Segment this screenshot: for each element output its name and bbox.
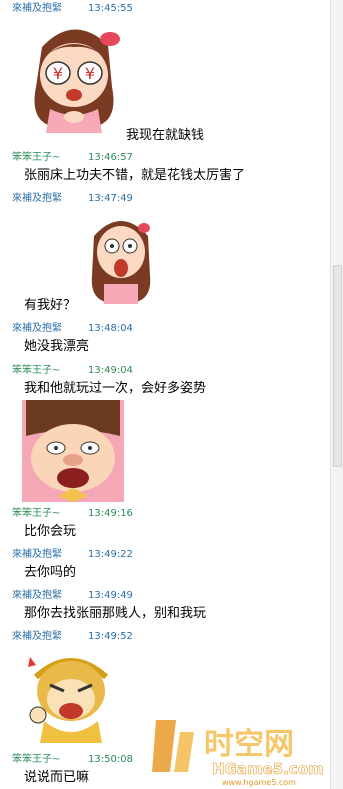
message-text: 我和他就玩过一次，会好多姿势 [24,381,207,396]
sender-name: 來補及抱緊 [12,323,62,334]
watermark-url: HGame5.com [212,760,324,778]
message-header: 笨笨王子~ 13:49:04 [12,364,133,377]
sender-name: 來補及抱緊 [12,3,62,14]
watermark-sub-url: www.hgame5.com [222,778,296,787]
message-time: 13:49:49 [88,590,133,601]
crying-boy-sticker[interactable] [22,400,124,502]
message-time: 13:47:49 [88,193,133,204]
sender-name: 來補及抱緊 [12,631,62,642]
message-header: 來補及抱緊 13:47:49 [12,192,133,205]
message-text: 有我好？ [24,298,77,313]
message-header: 來補及抱緊 13:49:52 [12,630,133,643]
watermark-name: 时空网 [204,727,294,762]
message-text: 她没我漂亮 [24,339,90,354]
site-watermark-logo: 时空网 HGame5.com www.hgame5.com [152,720,324,787]
yen-eyes-girl-sticker[interactable]: ¥ ¥ [22,17,126,133]
message-text: 说说而已嘛 [24,770,90,785]
message-text: 我现在就缺钱 [126,128,205,143]
message-header: 來補及抱緊 13:45:55 [12,2,133,15]
svg-text:¥: ¥ [85,64,95,83]
message-header: 來補及抱緊 13:48:04 [12,322,133,335]
vertical-scrollbar[interactable] [330,0,343,789]
message-time: 13:45:55 [88,3,133,14]
sender-name: 來補及抱緊 [12,590,62,601]
message-text: 比你会玩 [24,524,77,539]
shocked-girl-sticker[interactable] [86,206,156,306]
sender-name: 笨笨王子~ [12,365,61,376]
sender-name: 笨笨王子~ [12,152,61,163]
sender-name: 笨笨王子~ [12,754,61,765]
message-header: 來補及抱緊 13:49:49 [12,589,133,602]
message-header: 笨笨王子~ 13:46:57 [12,151,133,164]
message-header: 來補及抱緊 13:49:22 [12,548,133,561]
message-header: 笨笨王子~ 13:49:16 [12,507,133,520]
message-time: 13:49:52 [88,631,133,642]
message-header: 笨笨王子~ 13:50:08 [12,753,133,766]
sender-name: 來補及抱緊 [12,193,62,204]
scrollbar-thumb[interactable] [333,265,342,467]
angry-monkey-king-sticker[interactable] [22,647,120,743]
message-time: 13:46:57 [88,152,133,163]
message-text: 那你去找张丽那贱人，别和我玩 [24,606,207,621]
message-time: 13:50:08 [88,754,133,765]
message-time: 13:48:04 [88,323,133,334]
message-time: 13:49:04 [88,365,133,376]
message-time: 13:49:16 [88,508,133,519]
svg-text:¥: ¥ [53,64,63,83]
message-text: 张丽床上功夫不错，就是花钱太厉害了 [24,168,246,183]
message-text: 去你吗的 [24,565,77,580]
message-time: 13:49:22 [88,549,133,560]
sender-name: 來補及抱緊 [12,549,62,560]
sender-name: 笨笨王子~ [12,508,61,519]
watermark-mark [152,720,176,772]
